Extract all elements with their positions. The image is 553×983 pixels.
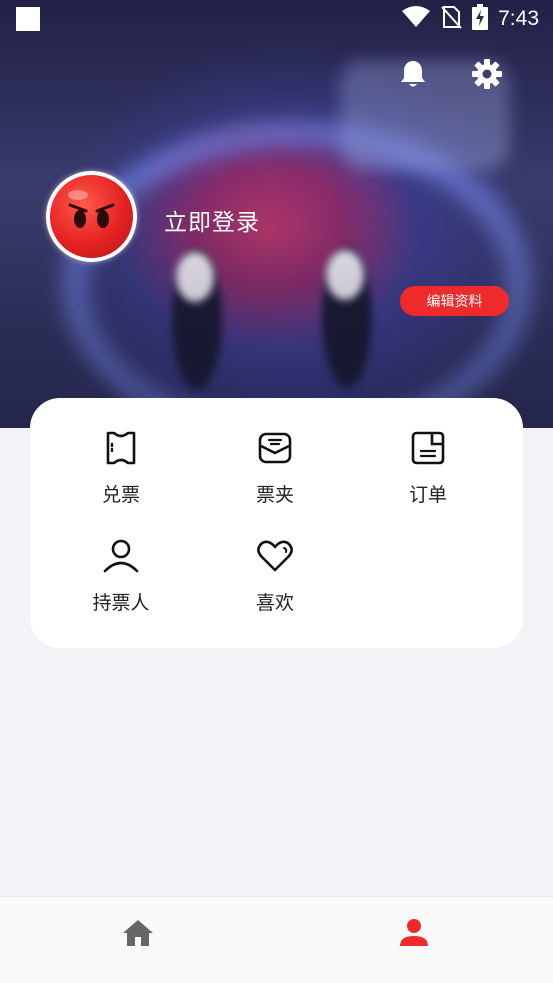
gear-icon <box>471 58 503 94</box>
status-time: 7:43 <box>498 7 539 30</box>
battery-charging-icon <box>472 4 489 34</box>
profile-icon <box>399 918 429 952</box>
menu-item-ticket-folder[interactable]: 票夹 <box>215 428 335 520</box>
tab-home[interactable] <box>113 915 163 955</box>
avatar-face-icon <box>68 190 115 228</box>
menu-item-label: 订单 <box>408 484 447 506</box>
order-icon <box>408 428 448 468</box>
menu-item-redeem[interactable]: 兑票 <box>61 428 181 520</box>
tab-profile[interactable] <box>389 915 439 955</box>
status-icons: 7:43 <box>402 4 539 34</box>
no-sim-icon <box>440 5 462 33</box>
status-bar: 7:43 <box>0 0 553 38</box>
notification-button[interactable] <box>395 58 431 94</box>
bell-icon <box>397 58 429 94</box>
login-link[interactable]: 立即登录 <box>164 203 260 237</box>
ticket-icon <box>101 428 141 468</box>
menu-item-label: 持票人 <box>92 592 150 614</box>
menu-item-favorites[interactable]: 喜欢 <box>215 536 335 628</box>
menu-item-label: 票夹 <box>255 484 294 506</box>
menu-item-orders[interactable]: 订单 <box>368 428 488 520</box>
edit-profile-button[interactable]: 编辑资料 <box>400 286 509 316</box>
person-icon <box>101 536 141 576</box>
settings-button[interactable] <box>469 58 505 94</box>
ticket-folder-icon <box>255 428 295 468</box>
wifi-icon <box>402 6 431 32</box>
notification-square-icon <box>16 7 40 31</box>
menu-card: 兑票 票夹 订单 持票人 喜欢 <box>30 398 523 648</box>
home-icon <box>122 918 154 952</box>
menu-item-ticket-holder[interactable]: 持票人 <box>61 536 181 628</box>
menu-item-label: 喜欢 <box>255 592 294 614</box>
heart-icon <box>255 536 295 576</box>
menu-item-label: 兑票 <box>101 484 140 506</box>
bottom-tab-bar <box>0 896 553 983</box>
avatar[interactable] <box>46 171 137 262</box>
